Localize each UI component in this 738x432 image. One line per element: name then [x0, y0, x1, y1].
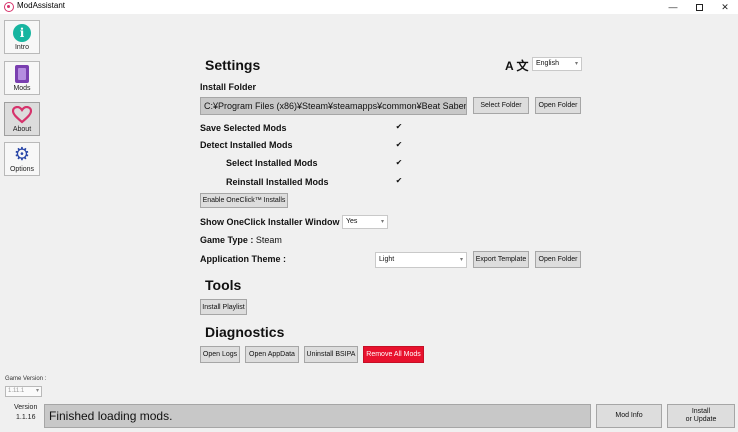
game-version-value: 1.11.1 [8, 388, 25, 394]
chevron-down-icon: ▾ [380, 219, 384, 225]
reinstall-installed-mods-checkbox[interactable]: ✔ [395, 177, 403, 185]
detect-installed-mods-checkbox[interactable]: ✔ [395, 141, 403, 149]
enable-oneclick-button[interactable]: Enable OneClick™ Installs [200, 193, 288, 208]
heart-icon [12, 106, 32, 124]
sidebar-item-mods[interactable]: Mods [4, 61, 40, 95]
sidebar-item-label: Intro [14, 44, 29, 51]
sidebar-item-options[interactable]: ⚙ Options [4, 142, 40, 176]
remove-all-mods-button[interactable]: Remove All Mods [363, 346, 424, 363]
sidebar-item-intro[interactable]: i Intro [4, 20, 40, 54]
theme-value: Light [379, 256, 395, 263]
open-folder-button[interactable]: Open Folder [535, 97, 581, 114]
detect-installed-mods-label: Detect Installed Mods [200, 140, 293, 150]
status-bar: Finished loading mods. [44, 404, 591, 428]
language-icon: A 文 [505, 59, 529, 73]
theme-open-folder-button[interactable]: Open Folder [535, 251, 581, 268]
show-oneclick-value: Yes [346, 218, 358, 225]
chevron-down-icon: ▾ [574, 61, 578, 67]
install-playlist-button[interactable]: Install Playlist [200, 299, 247, 315]
theme-select[interactable]: Light ▾ [375, 252, 467, 268]
info-icon: i [13, 24, 31, 42]
title-bar: ModAssistant — ✕ [0, 0, 738, 14]
diagnostics-heading: Diagnostics [205, 324, 285, 340]
show-oneclick-label: Show OneClick Installer Window [200, 217, 340, 227]
chevron-down-icon: ▾ [459, 257, 463, 263]
language-value: English [536, 60, 559, 67]
save-selected-mods-checkbox[interactable]: ✔ [395, 123, 403, 131]
app-logo-icon [4, 2, 14, 12]
open-appdata-button[interactable]: Open AppData [245, 346, 299, 363]
game-type-value: Steam [255, 235, 282, 245]
uninstall-bsipa-button[interactable]: Uninstall BSIPA [304, 346, 358, 363]
close-button[interactable]: ✕ [710, 0, 738, 14]
maximize-icon [695, 3, 703, 11]
version-label: Version [14, 404, 38, 411]
gear-icon: ⚙ [13, 144, 31, 165]
chip-icon [15, 65, 29, 83]
reinstall-installed-mods-label: Reinstall Installed Mods [226, 177, 329, 187]
settings-heading: Settings [205, 57, 261, 73]
install-label: Install [691, 408, 711, 415]
install-folder-label: Install Folder [200, 82, 257, 92]
show-oneclick-select[interactable]: Yes ▾ [342, 215, 388, 229]
tools-heading: Tools [205, 277, 242, 293]
install-path-field[interactable]: C:¥Program Files (x86)¥Steam¥steamapps¥c… [200, 97, 467, 115]
sidebar-item-label: Options [9, 166, 35, 173]
window-title: ModAssistant [17, 1, 66, 10]
application-theme-label: Application Theme : [200, 254, 287, 264]
sidebar-item-label: About [12, 126, 32, 133]
sidebar-item-about[interactable]: About [4, 102, 40, 136]
version-value: 1.1.16 [16, 414, 36, 421]
save-selected-mods-label: Save Selected Mods [200, 123, 287, 133]
or-update-label: or Update [685, 416, 717, 423]
select-installed-mods-label: Select Installed Mods [226, 158, 318, 168]
game-version-label: Game Version : [5, 376, 47, 382]
game-version-select[interactable]: 1.11.1 [5, 386, 42, 397]
mod-info-button[interactable]: Mod Info [596, 404, 662, 428]
select-folder-button[interactable]: Select Folder [473, 97, 529, 114]
select-installed-mods-checkbox[interactable]: ✔ [395, 159, 403, 167]
install-update-button[interactable]: Install or Update [667, 404, 735, 428]
game-type-key: Game Type : [200, 235, 254, 245]
language-select[interactable]: English ▾ [532, 57, 582, 71]
export-template-button[interactable]: Export Template [473, 251, 529, 268]
game-type-label: Game Type : Steam [200, 235, 282, 245]
open-logs-button[interactable]: Open Logs [200, 346, 240, 363]
sidebar-item-label: Mods [13, 85, 31, 92]
